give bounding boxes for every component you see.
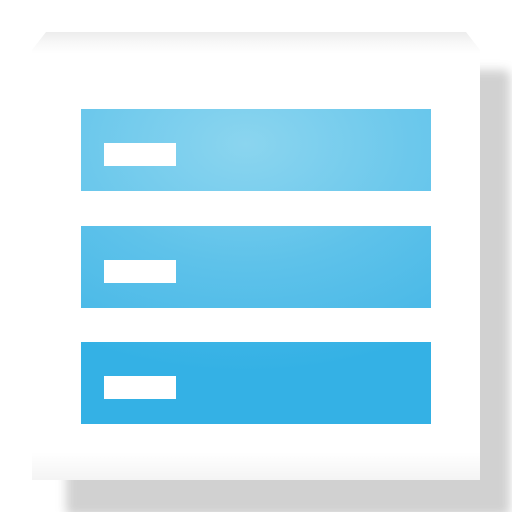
screen bbox=[0, 0, 512, 512]
row-label-tab bbox=[104, 260, 176, 283]
row-label-tab bbox=[104, 376, 176, 399]
row-label-tab bbox=[104, 143, 176, 166]
storage-row-2 bbox=[81, 226, 431, 308]
storage-list-app-icon[interactable] bbox=[32, 32, 510, 512]
storage-row-3 bbox=[81, 342, 431, 424]
storage-row-1 bbox=[81, 109, 431, 191]
icon-card bbox=[32, 32, 480, 480]
